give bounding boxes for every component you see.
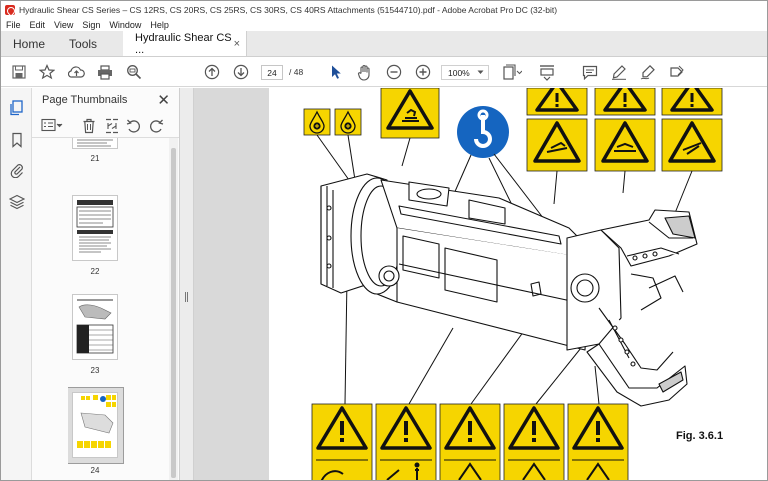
- zoom-level-select[interactable]: 100%: [441, 65, 489, 80]
- window-title: Hydraulic Shear CS Series – CS 12RS, CS …: [19, 4, 558, 15]
- menu-file[interactable]: File: [6, 20, 21, 30]
- save-icon[interactable]: [10, 62, 28, 82]
- hand-tool-icon[interactable]: [356, 62, 374, 82]
- main-toolbar: 24 / 48 100%: [1, 57, 767, 87]
- fill-sign-icon[interactable]: [668, 62, 686, 82]
- thumbnail-label: 21: [90, 154, 100, 163]
- shear-illustration: [303, 88, 723, 480]
- upload-cloud-icon[interactable]: [67, 62, 85, 82]
- tab-close-button[interactable]: ×: [234, 38, 240, 50]
- thumbnail-page-selected[interactable]: [72, 392, 118, 458]
- menu-edit[interactable]: Edit: [30, 20, 46, 30]
- oil-drop-sign-2: [334, 108, 362, 136]
- bookmark-star-icon[interactable]: [38, 62, 56, 82]
- panel-splitter[interactable]: [180, 88, 194, 480]
- document-view[interactable]: Fig. 3.6.1: [194, 88, 767, 480]
- find-zoom-icon[interactable]: [125, 62, 143, 82]
- tab-tools[interactable]: Tools: [57, 31, 109, 56]
- thumbnail-list: 21 22 23 24: [68, 138, 168, 480]
- scroll-mode-icon[interactable]: [537, 62, 557, 82]
- next-page-icon[interactable]: [232, 62, 250, 82]
- rotate-clockwise-icon[interactable]: [148, 118, 164, 134]
- thumbnail-page[interactable]: [72, 138, 118, 149]
- print-icon[interactable]: [96, 62, 114, 82]
- thumbnail-label: 23: [90, 366, 100, 375]
- pdf-page: Fig. 3.6.1: [269, 88, 767, 480]
- menu-window[interactable]: Window: [109, 20, 141, 30]
- thumbnail-page[interactable]: [72, 195, 118, 261]
- zoom-out-icon[interactable]: [385, 62, 403, 82]
- menu-sign[interactable]: Sign: [82, 20, 100, 30]
- bookmarks-icon[interactable]: [9, 132, 25, 148]
- thumbnail-page[interactable]: [72, 294, 118, 360]
- hydraulic-shear-drawing: [320, 173, 698, 407]
- zoom-in-icon[interactable]: [414, 62, 432, 82]
- rotate-counterclockwise-icon[interactable]: [126, 118, 142, 134]
- insert-page-icon[interactable]: [104, 118, 120, 134]
- page-thumbnails-icon[interactable]: [9, 100, 25, 116]
- acrobat-app-icon: [5, 4, 15, 15]
- chevron-down-icon: [477, 70, 484, 74]
- thumbnail-label: 24: [90, 466, 100, 475]
- tab-bar: Home Tools Hydraulic Shear CS ... ×: [1, 31, 767, 57]
- highlight-pen-icon[interactable]: [610, 62, 628, 82]
- panel-close-button[interactable]: ✕: [157, 91, 170, 109]
- thumbnail-label: 22: [90, 267, 100, 276]
- figure-caption: Fig. 3.6.1: [676, 430, 724, 442]
- oil-drop-sign-1: [303, 108, 331, 136]
- lifting-point-sign: [457, 106, 509, 158]
- thumbnail-options-icon[interactable]: [41, 118, 63, 134]
- title-bar: Hydraulic Shear CS Series – CS 12RS, CS …: [1, 1, 767, 18]
- tab-home[interactable]: Home: [1, 31, 57, 56]
- menu-bar: File Edit View Sign Window Help: [1, 18, 767, 31]
- acrobat-window: Hydraulic Shear CS Series – CS 12RS, CS …: [0, 0, 768, 481]
- layers-icon[interactable]: [8, 194, 26, 210]
- tab-document[interactable]: Hydraulic Shear CS ... ×: [123, 31, 248, 56]
- select-cursor-icon[interactable]: [327, 62, 345, 82]
- comment-icon[interactable]: [581, 62, 599, 82]
- thumbnail-scrollbar[interactable]: [169, 138, 178, 480]
- panel-toolbar: [32, 112, 179, 138]
- sign-icon[interactable]: [639, 62, 657, 82]
- bottom-warning-signs: [311, 403, 629, 480]
- scrollbar-thumb[interactable]: [171, 148, 176, 478]
- page-thumbnails-panel: Page Thumbnails ✕ 21 22 23 24: [32, 88, 180, 480]
- attachments-icon[interactable]: [9, 162, 25, 179]
- delete-page-icon[interactable]: [82, 118, 98, 134]
- left-nav-rail: [1, 88, 32, 480]
- page-view-icon[interactable]: [501, 62, 523, 82]
- page-number-input[interactable]: 24: [261, 65, 283, 80]
- crush-warning-sign: [380, 88, 440, 139]
- zoom-level-value: 100%: [448, 67, 470, 78]
- splitter-grip-icon[interactable]: [185, 292, 188, 302]
- panel-title: Page Thumbnails: [42, 94, 128, 106]
- tab-document-label: Hydraulic Shear CS ...: [135, 31, 232, 56]
- menu-view[interactable]: View: [54, 20, 73, 30]
- menu-help[interactable]: Help: [150, 20, 169, 30]
- previous-page-icon[interactable]: [203, 62, 221, 82]
- top-right-warning-signs: [526, 88, 723, 172]
- page-total: / 48: [289, 67, 304, 77]
